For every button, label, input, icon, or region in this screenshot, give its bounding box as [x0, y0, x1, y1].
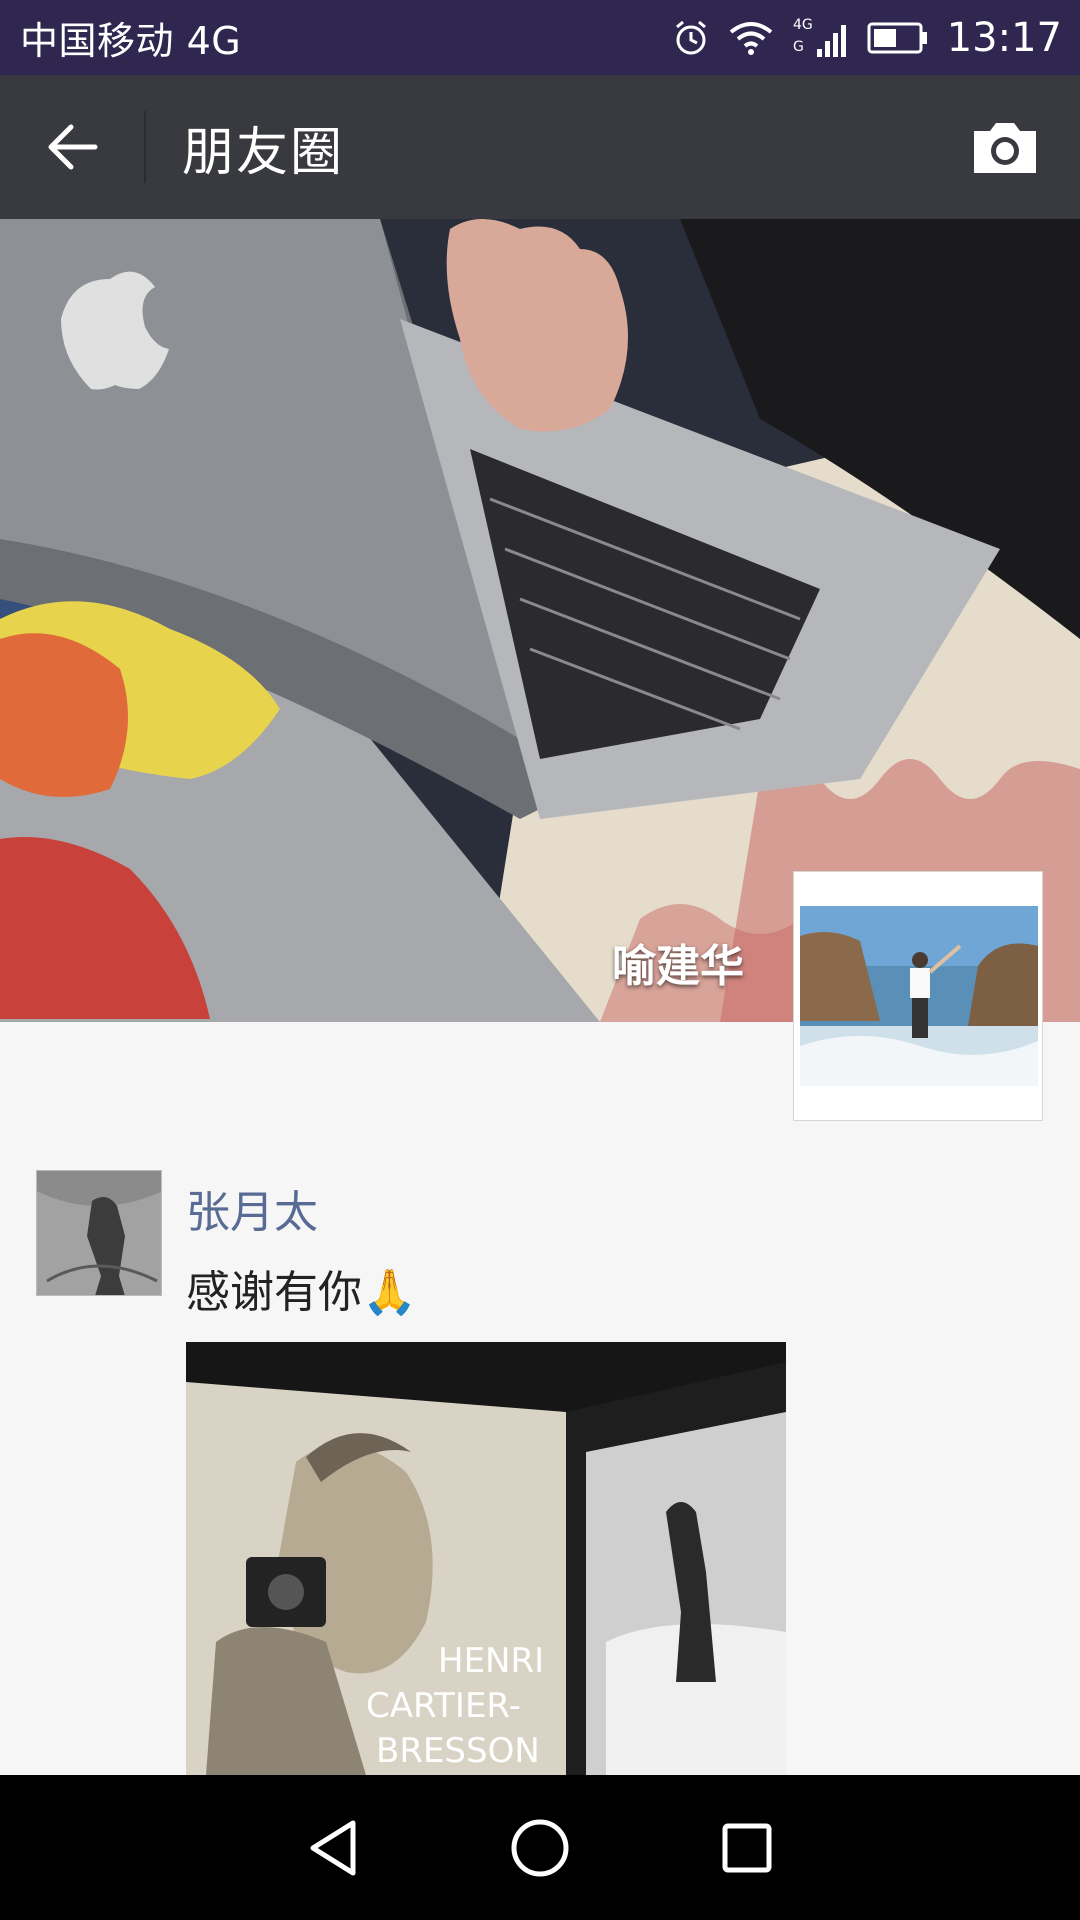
back-button[interactable] — [0, 75, 144, 219]
camera-icon[interactable] — [970, 119, 1040, 175]
top-bar: 朋友圈 — [0, 75, 1080, 219]
cover-owner-name[interactable]: 喻建华 — [612, 930, 744, 994]
post-text: 感谢有你🙏 — [186, 1267, 417, 1318]
post-image-content: HENRI CARTIER- BRESSON — [186, 1342, 786, 1775]
home-circle-icon — [511, 1819, 569, 1876]
self-avatar-image — [800, 906, 1038, 1086]
nav-back-button[interactable] — [298, 1813, 368, 1883]
status-bar: 中国移动 4G 4G G 13:17 — [0, 0, 1080, 75]
nav-recents-button[interactable] — [712, 1813, 782, 1883]
arrow-left-icon — [48, 124, 98, 170]
nav-home-button[interactable] — [505, 1813, 575, 1883]
post-image[interactable]: HENRI CARTIER- BRESSON — [186, 1342, 786, 1775]
page-title: 朋友圈 — [182, 122, 345, 183]
signal-icon: 4G G — [793, 17, 846, 57]
carrier-label: 中国移动 4G — [20, 19, 242, 63]
header-divider — [144, 111, 146, 183]
back-triangle-icon — [310, 1820, 356, 1875]
wifi-icon — [729, 21, 772, 55]
network-badge: 4G — [793, 17, 813, 33]
post-author-name[interactable]: 张月太 — [186, 1176, 318, 1240]
status-icons: 4G G 13:17 — [671, 15, 1062, 61]
battery-icon — [867, 22, 927, 53]
svg-text:G: G — [793, 39, 804, 55]
self-avatar[interactable] — [793, 871, 1043, 1121]
post-author-avatar-image — [37, 1171, 161, 1295]
post-author-avatar[interactable] — [36, 1170, 162, 1296]
clock: 13:17 — [946, 14, 1062, 61]
image-text-line-2: CARTIER- — [366, 1686, 521, 1726]
image-text-line-1: HENRI — [438, 1641, 544, 1681]
image-text-line-3: BRESSON — [376, 1731, 540, 1771]
system-nav-bar — [0, 1775, 1080, 1920]
alarm-icon — [675, 20, 706, 54]
recents-square-icon — [722, 1823, 772, 1872]
